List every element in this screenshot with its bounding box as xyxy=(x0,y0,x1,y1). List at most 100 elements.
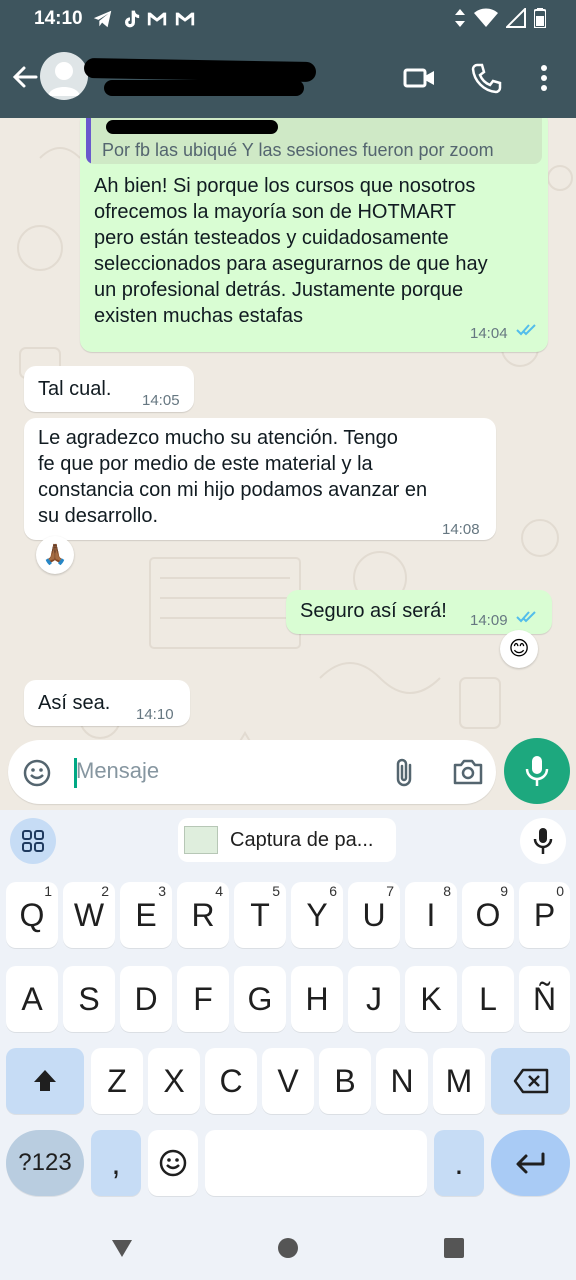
quoted-text: Por fb las ubiqué Y las sesiones fueron … xyxy=(102,140,494,160)
backspace-icon xyxy=(513,1068,549,1094)
emoji-key[interactable] xyxy=(148,1130,198,1196)
message-bubble-incoming[interactable]: Le agradezco mucho su atención. Tengo fe… xyxy=(24,418,496,540)
shift-key[interactable] xyxy=(6,1048,84,1114)
keyboard: Captura de pa... Q1 W2 E3 R4 T5 Y6 U7 I8… xyxy=(0,810,576,1220)
message-bubble-outgoing[interactable]: Seguro así será! 14:09 xyxy=(286,590,552,634)
screenshot-thumbnail xyxy=(184,826,218,854)
key-v[interactable]: V xyxy=(262,1048,314,1114)
read-ticks-icon xyxy=(516,324,536,336)
key-c[interactable]: C xyxy=(205,1048,257,1114)
key-n[interactable]: N xyxy=(376,1048,428,1114)
gmail-icon xyxy=(175,12,195,26)
chat-header xyxy=(0,38,576,118)
signal-icon xyxy=(506,8,526,28)
video-call-icon[interactable] xyxy=(402,60,438,96)
battery-icon xyxy=(534,8,546,28)
home-nav-icon[interactable] xyxy=(276,1236,300,1260)
message-text: Así sea. xyxy=(38,692,111,714)
message-text: Ah bien! Si porque los cursos que nosotr… xyxy=(94,175,488,327)
key-b[interactable]: B xyxy=(319,1048,371,1114)
emoji-icon[interactable] xyxy=(22,758,52,788)
key-z[interactable]: Z xyxy=(91,1048,143,1114)
key-i[interactable]: I8 xyxy=(405,882,457,948)
message-time: 14:08 xyxy=(442,521,480,538)
key-m[interactable]: M xyxy=(433,1048,485,1114)
message-bubble-incoming[interactable]: Tal cual. 14:05 xyxy=(24,366,194,412)
message-text: Tal cual. xyxy=(38,378,112,400)
key-j[interactable]: J xyxy=(348,966,400,1032)
key-f[interactable]: F xyxy=(177,966,229,1032)
quoted-message[interactable]: Por fb las ubiqué Y las sesiones fueron … xyxy=(86,118,542,164)
key-u[interactable]: U7 xyxy=(348,882,400,948)
camera-icon[interactable] xyxy=(452,758,484,786)
default-avatar-icon xyxy=(48,62,80,96)
telegram-icon xyxy=(93,10,112,28)
message-time: 14:05 xyxy=(142,392,180,409)
key-p[interactable]: P0 xyxy=(519,882,570,948)
phone-icon[interactable] xyxy=(468,60,504,96)
back-arrow-icon[interactable] xyxy=(8,60,40,96)
message-input[interactable]: Mensaje xyxy=(8,740,496,804)
shift-icon xyxy=(34,1070,56,1091)
keyboard-menu-button[interactable] xyxy=(10,818,56,864)
clipboard-chip-label: Captura de pa... xyxy=(230,829,374,851)
message-reaction[interactable]: 🙏🏾 xyxy=(36,536,74,574)
key-y[interactable]: Y6 xyxy=(291,882,343,948)
key-e[interactable]: E3 xyxy=(120,882,172,948)
clipboard-suggestion-chip[interactable]: Captura de pa... xyxy=(178,818,396,862)
more-vert-icon[interactable] xyxy=(528,60,560,96)
avatar[interactable] xyxy=(40,52,88,100)
backspace-key[interactable] xyxy=(491,1048,570,1114)
notification-icons xyxy=(92,8,196,30)
key-g[interactable]: G xyxy=(234,966,286,1032)
key-q[interactable]: Q1 xyxy=(6,882,58,948)
system-navigation-bar xyxy=(0,1220,576,1280)
period-key[interactable]: . xyxy=(434,1130,484,1196)
key-l[interactable]: L xyxy=(462,966,514,1032)
message-bubble-incoming[interactable]: Así sea. 14:10 xyxy=(24,680,190,726)
data-arrows-icon xyxy=(455,9,465,27)
key-s[interactable]: S xyxy=(63,966,115,1032)
key-d[interactable]: D xyxy=(120,966,172,1032)
keyboard-voice-button[interactable] xyxy=(520,818,566,864)
key-o[interactable]: O9 xyxy=(462,882,514,948)
system-icons xyxy=(454,8,546,28)
emoji-icon xyxy=(159,1149,187,1177)
chat-area[interactable]: Por fb las ubiqué Y las sesiones fueron … xyxy=(0,118,576,810)
message-time: 14:04 xyxy=(470,325,508,342)
key-x[interactable]: X xyxy=(148,1048,200,1114)
status-bar: 14:10 xyxy=(0,0,576,38)
key-w[interactable]: W2 xyxy=(63,882,115,948)
attach-icon[interactable] xyxy=(392,757,420,789)
space-key[interactable] xyxy=(205,1130,427,1196)
quoted-sender-redacted xyxy=(106,120,278,134)
gmail-icon xyxy=(147,12,167,26)
read-ticks-icon xyxy=(516,611,536,623)
back-nav-icon[interactable] xyxy=(110,1236,134,1260)
status-time: 14:10 xyxy=(34,8,83,29)
composer-bar: Mensaje xyxy=(0,736,576,810)
key-a[interactable]: A xyxy=(6,966,58,1032)
microphone-icon xyxy=(533,828,553,854)
message-text: Seguro así será! xyxy=(300,600,447,622)
key-r[interactable]: R4 xyxy=(177,882,229,948)
message-text: Le agradezco mucho su atención. Tengo fe… xyxy=(38,427,428,527)
key-enie[interactable]: Ñ xyxy=(519,966,570,1032)
symbols-key[interactable]: ?123 xyxy=(6,1130,84,1196)
key-h[interactable]: H xyxy=(291,966,343,1032)
keyboard-toolbar: Captura de pa... xyxy=(0,810,576,872)
key-k[interactable]: K xyxy=(405,966,457,1032)
comma-key[interactable]: , xyxy=(91,1130,141,1196)
message-placeholder: Mensaje xyxy=(76,758,160,783)
message-bubble-outgoing[interactable]: Por fb las ubiqué Y las sesiones fueron … xyxy=(80,118,548,352)
enter-key[interactable] xyxy=(491,1130,570,1196)
tiktok-icon xyxy=(125,10,140,28)
message-reaction[interactable]: 😊 xyxy=(500,630,538,668)
enter-icon xyxy=(516,1152,545,1174)
voice-message-button[interactable] xyxy=(504,738,570,804)
key-t[interactable]: T5 xyxy=(234,882,286,948)
microphone-icon xyxy=(525,756,549,786)
message-time: 14:09 xyxy=(470,612,508,629)
message-time: 14:10 xyxy=(136,706,174,723)
recents-nav-icon[interactable] xyxy=(442,1236,466,1260)
